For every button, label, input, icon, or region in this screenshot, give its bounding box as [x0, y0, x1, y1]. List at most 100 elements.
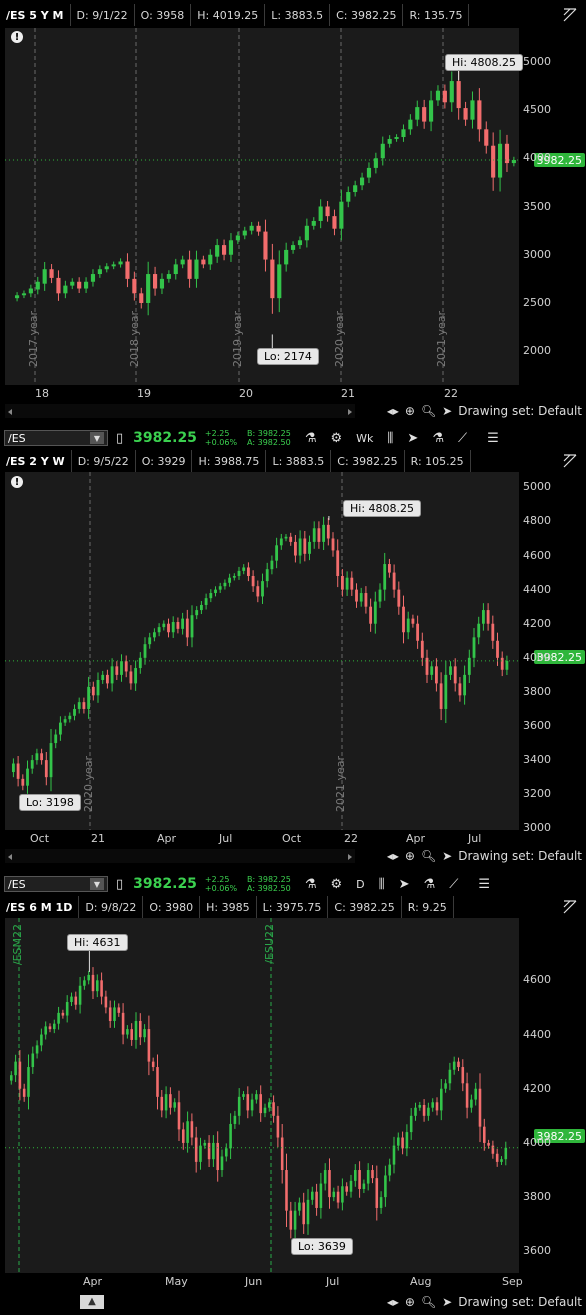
drawing-set-label[interactable]: Drawing set: Default [458, 404, 582, 418]
plot-area[interactable]: /ESM22/ESU22 Hi: 4631 Lo: 3639 [5, 918, 519, 1273]
candle [312, 521, 316, 549]
aggregation-selector[interactable]: D [356, 878, 364, 891]
candle [431, 1098, 434, 1112]
candle [22, 1083, 26, 1102]
cursor-icon[interactable]: ➤ [442, 1295, 452, 1309]
candle [167, 618, 170, 638]
candle [298, 1197, 301, 1216]
crosshair-icon[interactable]: ⊕ [405, 849, 415, 863]
alert-icon[interactable]: ! [11, 476, 23, 488]
link-icon[interactable]: ▯ [116, 431, 123, 446]
pan-icon[interactable]: ◂▸ [387, 849, 399, 863]
beaker-icon[interactable]: ⚗ [305, 431, 317, 446]
info-range: R: 105.25 [405, 450, 471, 472]
candle [139, 1013, 142, 1046]
high-label: Hi: 4631 [67, 934, 128, 951]
candle-icon[interactable]: ⫼ [387, 431, 393, 446]
candle [27, 1054, 30, 1110]
candle [225, 1143, 228, 1162]
x-tick-label: 22 [444, 387, 458, 400]
drawing-set-label[interactable]: Drawing set: Default [458, 1295, 582, 1309]
bid-value: B: 3982.25 [247, 875, 291, 884]
horizontal-scrollbar[interactable] [5, 849, 355, 863]
candle [259, 1085, 262, 1122]
candle [16, 755, 20, 787]
gear-icon[interactable]: ⚙ [331, 431, 343, 446]
cursor-icon[interactable]: ➤ [442, 404, 452, 418]
candle [90, 269, 96, 287]
horizontal-scrollbar[interactable] [5, 404, 355, 418]
cursor-icon[interactable]: ➤ [442, 849, 452, 863]
collapse-icon[interactable] [562, 899, 577, 914]
candle [256, 221, 261, 236]
symbol-selector[interactable]: /ES ▼ [4, 430, 108, 446]
candle [350, 571, 354, 596]
candlestick-chart: 2017 year 2018 year 2019 year 2020 year 2021… [5, 28, 519, 385]
candle [263, 219, 268, 272]
candle [70, 278, 75, 290]
crosshair-icon[interactable]: ⊕ [405, 1295, 415, 1309]
aggregation-selector[interactable]: Wk [356, 432, 373, 445]
menu-icon[interactable]: ☰ [487, 431, 499, 446]
candle [138, 652, 142, 674]
pan-icon[interactable]: ◂▸ [387, 1295, 399, 1309]
cursor-icon[interactable]: ➤ [399, 877, 410, 892]
candle [366, 162, 372, 184]
beaker-icon[interactable]: ⚗ [424, 877, 436, 892]
zoom-icon[interactable]: 🔍︎ [421, 404, 436, 418]
crosshair-icon[interactable]: ⊕ [405, 404, 415, 418]
candle [270, 555, 274, 575]
pan-icon[interactable]: ◂▸ [387, 404, 399, 418]
candle [147, 1015, 151, 1076]
candle [291, 241, 296, 254]
alert-icon[interactable]: ! [11, 31, 23, 43]
beaker-icon[interactable]: ⚗ [432, 431, 444, 446]
chevron-down-icon[interactable]: ▼ [90, 432, 104, 444]
collapse-panel-button[interactable]: ▲ [80, 1295, 104, 1309]
y-tick-label: 3200 [523, 787, 551, 801]
candle [422, 99, 427, 129]
collapse-icon[interactable] [562, 453, 577, 468]
period-label: 2019 year [231, 310, 244, 367]
candle [328, 1158, 331, 1209]
y-tick-label: 3000 [523, 821, 551, 835]
candle [113, 1000, 116, 1028]
beaker-icon[interactable]: ⚗ [305, 877, 317, 892]
candle [115, 661, 119, 680]
ask-value: A: 3982.50 [247, 884, 291, 893]
plot-area[interactable]: 2017 year 2018 year 2019 year 2020 year 2021… [5, 28, 524, 385]
chevron-down-icon[interactable]: ▼ [90, 878, 104, 890]
candle [157, 623, 161, 637]
candle-icon[interactable]: ⫼ [379, 877, 385, 892]
y-tick-label: 5000 [523, 480, 551, 494]
zoom-icon[interactable]: 🔍︎ [421, 1295, 436, 1309]
info-open: O: 3980 [143, 896, 201, 918]
candle [208, 249, 213, 270]
cursor-icon[interactable]: ➤ [407, 431, 418, 446]
menu-icon[interactable]: ☰ [478, 877, 490, 892]
candle [358, 1161, 361, 1198]
link-icon[interactable]: ▯ [116, 877, 123, 892]
candle [151, 1057, 155, 1072]
drawing-icon[interactable]: ⟋ [458, 431, 467, 446]
drawing-icon[interactable]: ⟋ [449, 877, 458, 892]
candle [212, 1135, 215, 1168]
symbol-selector[interactable]: /ES ▼ [4, 876, 108, 892]
candle [44, 751, 48, 786]
x-tick-label: Apr [83, 1275, 103, 1288]
candle [418, 1101, 422, 1111]
candle [18, 1050, 22, 1101]
gear-icon[interactable]: ⚙ [331, 877, 343, 892]
x-tick-label: 20 [239, 387, 253, 400]
collapse-icon[interactable] [562, 7, 577, 22]
candle [246, 1086, 250, 1119]
candle [35, 1040, 39, 1059]
drawing-set-label[interactable]: Drawing set: Default [458, 849, 582, 863]
chart-toolbar-2: /ES ▼ ▯ 3982.25 +2.25 +0.06% B: 3982.25 A:… [0, 426, 586, 450]
candle [120, 654, 123, 682]
candle [504, 1141, 508, 1166]
zoom-icon[interactable]: 🔍︎ [421, 849, 436, 863]
candle [77, 277, 82, 294]
candle [349, 1174, 353, 1198]
plot-area[interactable]: 2020 year 2021 year Hi: 4808.25 Lo: 3198 [5, 472, 519, 830]
